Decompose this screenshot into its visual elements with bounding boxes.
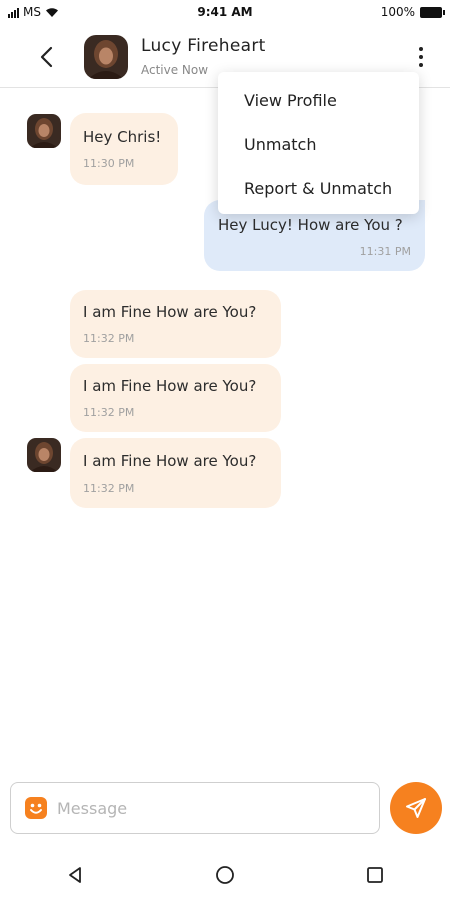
sender-avatar[interactable]	[27, 438, 61, 472]
back-triangle-icon	[69, 867, 81, 883]
contact-name: Lucy Fireheart	[141, 36, 266, 56]
message-text: Hey Chris!	[83, 128, 162, 146]
message-text: I am Fine How are You?	[83, 303, 257, 321]
message-input[interactable]	[57, 793, 367, 823]
smiley-icon	[30, 803, 42, 814]
nav-recents-button[interactable]	[363, 863, 387, 887]
chevron-left-icon	[40, 46, 53, 68]
message-bubble[interactable]: I am Fine How are You? 11:32 PM	[70, 438, 281, 508]
options-menu: View Profile Unmatch Report & Unmatch	[218, 72, 419, 214]
message-time: 11:31 PM	[359, 245, 411, 258]
more-vertical-icon	[419, 47, 423, 51]
contact-status: Active Now	[141, 63, 209, 77]
message-text: I am Fine How are You?	[83, 377, 257, 395]
battery-label: 100%	[380, 5, 415, 19]
battery-icon	[420, 6, 445, 18]
nav-home-button[interactable]	[213, 863, 237, 887]
message-time: 11:32 PM	[83, 406, 135, 419]
contact-avatar[interactable]	[84, 35, 128, 79]
message-time: 11:32 PM	[83, 332, 135, 345]
message-text: Hey Lucy! How are You ?	[218, 216, 403, 234]
message-bubble[interactable]: Hey Chris! 11:30 PM	[70, 113, 178, 185]
home-circle-icon	[216, 866, 234, 884]
menu-item-unmatch[interactable]: Unmatch	[244, 135, 316, 154]
status-bar: MS 9:41 AM 100%	[0, 0, 450, 26]
recents-square-icon	[367, 867, 383, 883]
message-time: 11:32 PM	[83, 482, 135, 495]
more-options-button[interactable]	[414, 42, 428, 72]
message-time: 11:30 PM	[83, 157, 135, 170]
menu-item-view-profile[interactable]: View Profile	[244, 91, 337, 110]
send-button[interactable]	[390, 782, 442, 834]
message-composer	[10, 782, 380, 834]
sender-avatar[interactable]	[27, 114, 61, 148]
menu-item-report-unmatch[interactable]: Report & Unmatch	[244, 179, 392, 198]
paper-plane-icon	[406, 798, 426, 818]
nav-back-button[interactable]	[63, 863, 87, 887]
emoji-button[interactable]	[25, 797, 47, 819]
message-bubble[interactable]: I am Fine How are You? 11:32 PM	[70, 290, 281, 358]
back-button[interactable]	[32, 42, 62, 72]
status-right: 100%	[380, 5, 445, 19]
message-bubble[interactable]: I am Fine How are You? 11:32 PM	[70, 364, 281, 432]
message-text: I am Fine How are You?	[83, 452, 257, 470]
system-nav-bar	[0, 850, 450, 900]
